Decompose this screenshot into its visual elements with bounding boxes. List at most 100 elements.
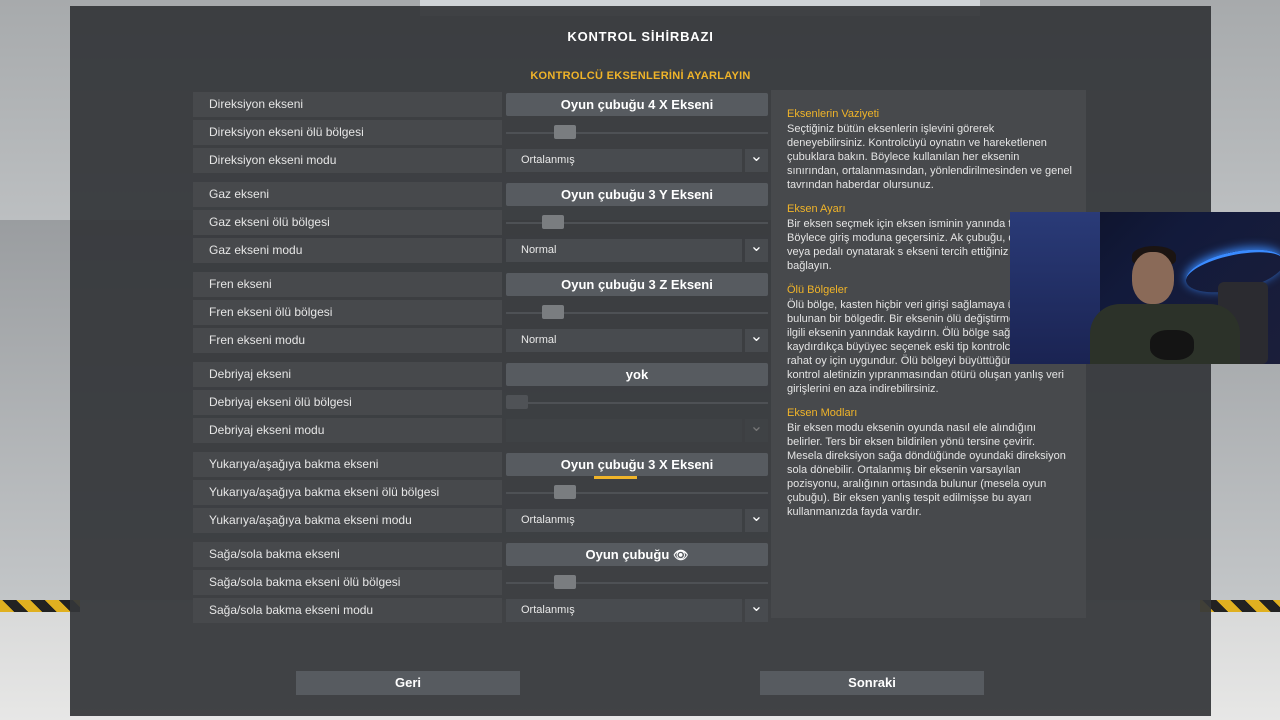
setting-row: Debriyaj ekseni ölü bölgesi [193, 390, 768, 415]
dropdown-value[interactable]: Normal [506, 239, 742, 262]
webcam-wall [1010, 212, 1100, 364]
setting-label: Yukarıya/aşağıya bakma ekseni ölü bölges… [193, 480, 502, 505]
setting-label: Debriyaj ekseni ölü bölgesi [193, 390, 502, 415]
axis-mode-dropdown[interactable]: Normal ⌄ [506, 238, 768, 263]
setting-label: Direksiyon ekseni [193, 92, 502, 117]
webcam-person-head [1132, 252, 1174, 304]
setting-label: Sağa/sola bakma ekseni ölü bölgesi [193, 570, 502, 595]
setting-label: Fren ekseni [193, 272, 502, 297]
axis-select-button[interactable]: Oyun çubuğu 3 X Ekseni [506, 453, 768, 479]
deadzone-slider[interactable] [506, 120, 768, 145]
setting-control [506, 570, 768, 595]
setting-row: Yukarıya/aşağıya bakma ekseni modu Ortala… [193, 508, 768, 533]
background-hazard-stripe [0, 600, 80, 612]
axis-select-button[interactable]: Oyun çubuğu 3 Z Ekseni [506, 273, 768, 296]
setting-row: Fren ekseni Oyun çubuğu 3 Z Ekseni [193, 272, 768, 297]
setting-label: Fren ekseni ölü bölgesi [193, 300, 502, 325]
slider-handle[interactable] [542, 215, 564, 229]
deadzone-slider[interactable] [506, 570, 768, 595]
slider-handle[interactable] [554, 575, 576, 589]
setting-row: Sağa/sola bakma ekseni ölü bölgesi [193, 570, 768, 595]
axis-mode-dropdown: ⌄ [506, 418, 768, 443]
setting-control: Ortalanmış ⌄ [506, 598, 768, 623]
webcam-overlay [1010, 212, 1280, 364]
axis-button-label: Oyun çubuğu [585, 547, 670, 562]
axis-mode-dropdown[interactable]: Ortalanmış ⌄ [506, 148, 768, 173]
setting-row: Direksiyon ekseni ölü bölgesi [193, 120, 768, 145]
setting-control: Oyun çubuğu 3 X Ekseni [506, 452, 768, 479]
axis-button-label: Oyun çubuğu 3 Z Ekseni [561, 277, 713, 292]
slider-handle[interactable] [554, 485, 576, 499]
setting-control: Oyun çubuğu 👁 [506, 542, 768, 567]
setting-row: Fren ekseni modu Normal ⌄ [193, 328, 768, 353]
setting-row: Yukarıya/aşağıya bakma ekseni ölü bölges… [193, 480, 768, 505]
setting-label: Fren ekseni modu [193, 328, 502, 353]
setting-control: yok [506, 362, 768, 387]
setting-control: Oyun çubuğu 3 Z Ekseni [506, 272, 768, 297]
setting-control: Ortalanmış ⌄ [506, 148, 768, 173]
setting-control [506, 480, 768, 505]
dropdown-value[interactable]: Ortalanmış [506, 509, 742, 532]
setting-label: Debriyaj ekseni modu [193, 418, 502, 443]
axis-mode-dropdown[interactable]: Ortalanmış ⌄ [506, 508, 768, 533]
eye-icon: 👁 [673, 548, 689, 562]
chevron-down-icon: ⌄ [745, 419, 768, 442]
setting-row: Fren ekseni ölü bölgesi [193, 300, 768, 325]
setting-label: Direksiyon ekseni modu [193, 148, 502, 173]
info-section-title: Eksen Modları [787, 407, 858, 419]
chevron-down-icon[interactable]: ⌄ [745, 239, 768, 262]
setting-control [506, 120, 768, 145]
setting-label: Yukarıya/aşağıya bakma ekseni modu [193, 508, 502, 533]
background-hazard-stripe [1200, 600, 1280, 612]
dropdown-value[interactable]: Ortalanmış [506, 149, 742, 172]
axis-select-button[interactable]: Oyun çubuğu 4 X Ekseni [506, 93, 768, 116]
setting-label: Sağa/sola bakma ekseni modu [193, 598, 502, 623]
info-section-body: Bir eksen modu eksenin oyunda nasıl ele … [787, 422, 1066, 518]
setting-label: Gaz ekseni ölü bölgesi [193, 210, 502, 235]
slider-track [506, 582, 768, 584]
axis-select-button[interactable]: Oyun çubuğu 👁 [506, 543, 768, 566]
setting-row: Direksiyon ekseni Oyun çubuğu 4 X Ekseni [193, 92, 768, 117]
setting-control [506, 210, 768, 235]
axis-activity-bar [594, 476, 637, 479]
chevron-down-icon[interactable]: ⌄ [745, 599, 768, 622]
setting-label: Yukarıya/aşağıya bakma ekseni [193, 452, 502, 477]
setting-control: Normal ⌄ [506, 328, 768, 353]
dropdown-value[interactable]: Ortalanmış [506, 599, 742, 622]
dialog-title: KONTROL SİHİRBAZI [567, 29, 714, 44]
slider-handle[interactable] [554, 125, 576, 139]
axis-mode-dropdown[interactable]: Normal ⌄ [506, 328, 768, 353]
chevron-down-icon[interactable]: ⌄ [745, 329, 768, 352]
deadzone-slider[interactable] [506, 300, 768, 325]
axis-select-button[interactable]: Oyun çubuğu 3 Y Ekseni [506, 183, 768, 206]
back-button[interactable]: Geri [296, 671, 520, 695]
setting-row: Gaz ekseni ölü bölgesi [193, 210, 768, 235]
axis-select-button[interactable]: yok [506, 363, 768, 386]
deadzone-slider[interactable] [506, 480, 768, 505]
axis-button-label: Oyun çubuğu 4 X Ekseni [560, 97, 714, 112]
axis-button-label: yok [625, 367, 649, 382]
slider-handle[interactable] [542, 305, 564, 319]
slider-track [506, 132, 768, 134]
chevron-down-icon[interactable]: ⌄ [745, 509, 768, 532]
setting-row: Debriyaj ekseni yok [193, 362, 768, 387]
setting-label: Direksiyon ekseni ölü bölgesi [193, 120, 502, 145]
axis-mode-dropdown[interactable]: Ortalanmış ⌄ [506, 598, 768, 623]
chevron-down-icon[interactable]: ⌄ [745, 149, 768, 172]
dialog-subtitle: KONTROLCÜ EKSENLERİNİ AYARLAYIN [530, 70, 751, 82]
next-button[interactable]: Sonraki [760, 671, 984, 695]
webcam-steering-wheel [1150, 330, 1194, 360]
axis-button-label: Oyun çubuğu 3 Y Ekseni [561, 187, 713, 202]
deadzone-slider[interactable] [506, 210, 768, 235]
setting-control: Ortalanmış ⌄ [506, 508, 768, 533]
slider-handle [506, 395, 528, 409]
setting-control: Normal ⌄ [506, 238, 768, 263]
dropdown-value [506, 419, 742, 442]
setting-control [506, 300, 768, 325]
axis-settings-list: Direksiyon ekseni Oyun çubuğu 4 X Ekseni D… [193, 92, 768, 632]
dropdown-value[interactable]: Normal [506, 329, 742, 352]
setting-control: ⌄ [506, 418, 768, 443]
slider-track [506, 492, 768, 494]
info-section-body: Seçtiğiniz bütün eksenlerin işlevini gör… [787, 123, 1072, 191]
axis-button-label: Oyun çubuğu 3 X Ekseni [560, 457, 714, 472]
